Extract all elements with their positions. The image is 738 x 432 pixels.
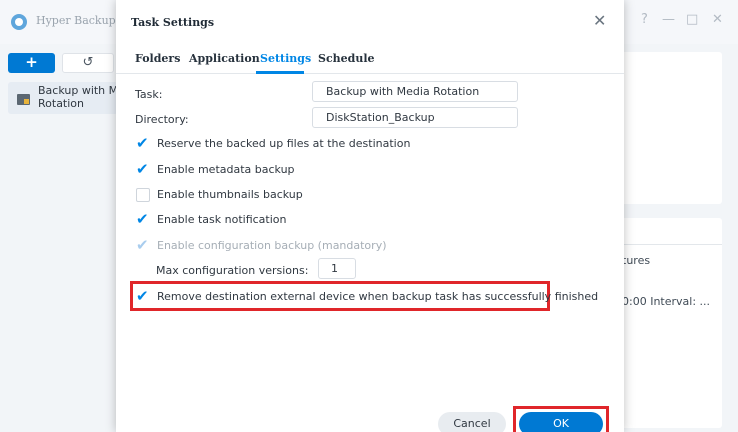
- maximize-icon[interactable]: □: [686, 12, 698, 27]
- tab-folders[interactable]: Folders: [135, 52, 180, 65]
- task-list-item-label: Backup with M Rotation: [38, 84, 119, 110]
- restore-button[interactable]: ↺: [62, 53, 114, 73]
- option-label: Reserve the backed up files at the desti…: [157, 137, 411, 150]
- checkmark-icon[interactable]: ✔: [136, 287, 149, 305]
- help-icon[interactable]: ?: [641, 12, 648, 27]
- dialog-title: Task Settings: [131, 16, 215, 29]
- dialog-close-icon[interactable]: ✕: [593, 11, 606, 30]
- cancel-button[interactable]: Cancel: [438, 412, 506, 432]
- status-panel: [612, 52, 722, 204]
- max-versions-label: Max configuration versions:: [156, 264, 309, 277]
- unchecked-checkbox[interactable]: [136, 188, 150, 202]
- add-task-button[interactable]: +: [8, 53, 55, 73]
- details-panel: [612, 218, 722, 428]
- option-label: Remove destination external device when …: [157, 290, 599, 303]
- directory-field[interactable]: DiskStation_Backup: [312, 107, 518, 128]
- task-name-label: Task:: [135, 88, 163, 101]
- tab-application[interactable]: Application: [189, 52, 260, 65]
- task-settings-dialog: Task Settings ✕ Folders Application Sett…: [116, 0, 624, 432]
- task-list-item[interactable]: Backup with M Rotation: [8, 82, 118, 114]
- checkmark-icon[interactable]: ✔: [136, 134, 149, 152]
- option-label: Enable thumbnails backup: [157, 188, 303, 201]
- directory-label: Directory:: [135, 113, 189, 126]
- close-icon[interactable]: ✕: [712, 12, 723, 27]
- checkmark-icon[interactable]: ✔: [136, 160, 149, 178]
- max-versions-field[interactable]: 1: [318, 258, 356, 279]
- checkmark-icon: ✔: [136, 236, 149, 254]
- details-partial-text: tures: [622, 254, 651, 267]
- checkmark-icon[interactable]: ✔: [136, 210, 149, 228]
- tab-schedule[interactable]: Schedule: [318, 52, 375, 65]
- minimize-icon[interactable]: —: [662, 12, 675, 27]
- hyper-backup-logo-icon: [11, 14, 27, 30]
- ok-button[interactable]: OK: [519, 412, 603, 432]
- option-label: Enable task notification: [157, 213, 287, 226]
- task-name-field[interactable]: Backup with Media Rotation: [312, 81, 518, 102]
- app-title: Hyper Backup: [36, 14, 116, 27]
- option-label: Enable configuration backup (mandatory): [157, 239, 387, 252]
- tab-settings[interactable]: Settings: [260, 52, 311, 65]
- panel-divider: [612, 244, 722, 245]
- option-label: Enable metadata backup: [157, 163, 295, 176]
- active-tab-indicator: [256, 71, 304, 74]
- schedule-partial-text: 0:00 Interval: ...: [622, 295, 711, 308]
- backup-task-icon: [17, 94, 30, 105]
- tab-bar: Folders Application Settings Schedule: [116, 44, 624, 74]
